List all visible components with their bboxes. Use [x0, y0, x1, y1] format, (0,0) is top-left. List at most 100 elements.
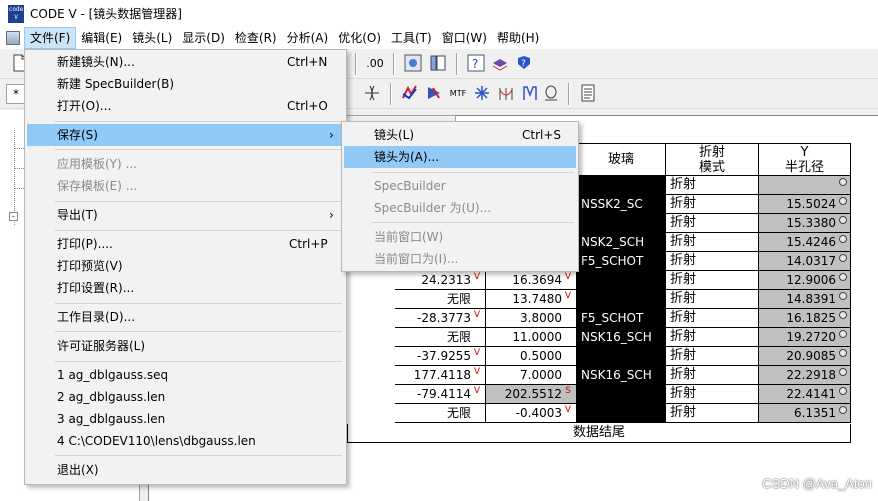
submenu-item-current-window-as[interactable]: 当前窗口为(I)... [344, 248, 576, 270]
cell-semi[interactable]: 14.8391 [759, 290, 851, 309]
codev-app-icon[interactable]: code V [8, 4, 24, 23]
menu-item-print[interactable]: 打印(P).... Ctrl+P [27, 233, 344, 255]
cell-mode[interactable]: 折射 [666, 309, 759, 328]
cell-mode[interactable]: 折射 [666, 214, 759, 233]
cell-semi[interactable]: 20.9085 [759, 347, 851, 366]
cell-mode[interactable]: 折射 [666, 366, 759, 385]
submenu-item-specbuilder[interactable]: SpecBuilder [344, 175, 576, 197]
cell-mode[interactable]: 折射 [666, 233, 759, 252]
tolerance-icon[interactable] [520, 84, 540, 104]
submenu-item-current-window[interactable]: 当前窗口(W) [344, 226, 576, 248]
lens-element-icon[interactable] [362, 84, 382, 104]
cell-glass[interactable] [577, 385, 666, 404]
menu-display[interactable]: 显示(D) [177, 27, 230, 49]
cell-mode[interactable]: 折射 [666, 290, 759, 309]
spot-icon[interactable] [472, 84, 492, 104]
cell-semi[interactable]: 12.9006 [759, 271, 851, 290]
submenu-item-lens-as[interactable]: 镜头为(A)... [344, 146, 576, 168]
menu-item-export[interactable]: 导出(T) › [27, 204, 344, 226]
submenu-item-specbuilder-as[interactable]: SpecBuilder 为(U)... [344, 197, 576, 219]
cell-glass[interactable] [577, 214, 666, 233]
cell-radius[interactable]: 177.4118 V [395, 366, 486, 385]
menu-item-new-lens[interactable]: 新建镜头(N)... Ctrl+N [27, 51, 344, 73]
cell-thick[interactable]: 11.0000 [486, 328, 577, 347]
menu-optimize[interactable]: 优化(O) [333, 27, 386, 49]
cell-thick[interactable]: 202.5512 S [486, 385, 577, 404]
cell-glass[interactable]: NSK16_SCH [577, 366, 666, 385]
image-plot-icon[interactable] [403, 54, 423, 74]
zoom-position-field[interactable]: * [6, 84, 26, 104]
cell-thick[interactable]: 16.3694 V [486, 271, 577, 290]
menu-item-save[interactable]: 保存(S) › [27, 124, 344, 146]
cell-radius[interactable]: -28.3773 V [395, 309, 486, 328]
menu-window[interactable]: 窗口(W) [437, 27, 492, 49]
cell-glass[interactable] [577, 176, 666, 195]
tree-expand-toggle[interactable]: - [9, 212, 18, 221]
optimize-icon[interactable] [400, 84, 420, 104]
cell-semi[interactable]: 22.2918 [759, 366, 851, 385]
cell-mode[interactable]: 折射 [666, 252, 759, 271]
cell-radius[interactable]: 无限 [395, 290, 486, 309]
chart-icon[interactable] [541, 84, 561, 104]
cell-glass[interactable] [577, 404, 666, 423]
menu-review[interactable]: 检查(R) [230, 27, 282, 49]
menu-tools[interactable]: 工具(T) [386, 27, 437, 49]
cell-thick[interactable]: 3.8000 [486, 309, 577, 328]
menu-item-working-directory[interactable]: 工作目录(D)... [27, 306, 344, 328]
menu-file[interactable]: 文件(F) [24, 27, 77, 49]
about-icon[interactable]: ? [514, 54, 534, 74]
paint-icon[interactable] [424, 84, 444, 104]
cell-glass[interactable]: NSK2_SCH [577, 233, 666, 252]
cell-radius[interactable]: 无限 [395, 404, 486, 423]
menu-item-recent-3[interactable]: 3 ag_dblgauss.len [27, 408, 344, 430]
field-curve-icon[interactable] [496, 84, 516, 104]
cell-radius[interactable]: 无限 [395, 328, 486, 347]
cell-mode[interactable]: 折射 [666, 328, 759, 347]
zoom-00-icon[interactable]: .00 [365, 54, 385, 74]
cell-thick[interactable]: 13.7480 V [486, 290, 577, 309]
menu-item-open[interactable]: 打开(O)... Ctrl+O [27, 95, 344, 117]
cell-semi[interactable]: 6.1351 [759, 404, 851, 423]
cell-glass[interactable]: F5_SCHOT [577, 252, 666, 271]
cell-mode[interactable]: 折射 [666, 404, 759, 423]
cell-radius[interactable]: -79.4114 V [395, 385, 486, 404]
menu-item-recent-2[interactable]: 2 ag_dblgauss.len [27, 386, 344, 408]
cell-mode[interactable]: 折射 [666, 176, 759, 195]
cell-radius[interactable]: -37.9255 V [395, 347, 486, 366]
cell-thick[interactable]: -0.4003 V [486, 404, 577, 423]
cell-mode[interactable]: 折射 [666, 347, 759, 366]
menu-item-exit[interactable]: 退出(X) [27, 459, 344, 481]
menu-edit[interactable]: 编辑(E) [76, 27, 127, 49]
menu-analysis[interactable]: 分析(A) [282, 27, 334, 49]
layers-icon[interactable] [490, 54, 510, 74]
cell-semi[interactable]: 14.0317 [759, 252, 851, 271]
cell-semi[interactable]: 15.4246 [759, 233, 851, 252]
cell-glass[interactable]: NSSK2_SC [577, 195, 666, 214]
cell-glass[interactable] [577, 347, 666, 366]
mtf-icon[interactable]: MTF [448, 84, 468, 104]
menu-item-save-template[interactable]: 保存模板(E) ... [27, 175, 344, 197]
layout-icon[interactable] [428, 54, 448, 74]
cell-semi[interactable]: 16.1825 [759, 309, 851, 328]
menu-item-recent-1[interactable]: 1 ag_dblgauss.seq [27, 364, 344, 386]
menu-lens[interactable]: 镜头(L) [127, 27, 177, 49]
menu-item-print-setup[interactable]: 打印设置(R)... [27, 277, 344, 299]
menu-item-new-specbuilder[interactable]: 新建 SpecBuilder(B) [27, 73, 344, 95]
cell-semi[interactable] [759, 176, 851, 195]
cell-semi[interactable]: 15.5024 [759, 195, 851, 214]
cell-glass[interactable] [577, 271, 666, 290]
cell-glass[interactable] [577, 290, 666, 309]
menu-item-license-server[interactable]: 许可证服务器(L) [27, 335, 344, 357]
cell-radius[interactable]: 24.2313 V [395, 271, 486, 290]
cell-semi[interactable]: 15.3380 [759, 214, 851, 233]
cell-semi[interactable]: 19.2720 [759, 328, 851, 347]
cell-glass[interactable]: NSK16_SCH [577, 328, 666, 347]
cell-mode[interactable]: 折射 [666, 385, 759, 404]
cell-semi[interactable]: 22.4141 [759, 385, 851, 404]
menu-item-recent-4[interactable]: 4 C:\CODEV110\lens\dbgauss.len [27, 430, 344, 452]
cell-thick[interactable]: 7.0000 [486, 366, 577, 385]
cell-thick[interactable]: 0.5000 [486, 347, 577, 366]
menu-help[interactable]: 帮助(H) [492, 27, 544, 49]
cell-mode[interactable]: 折射 [666, 271, 759, 290]
submenu-item-lens[interactable]: 镜头(L) Ctrl+S [344, 124, 576, 146]
